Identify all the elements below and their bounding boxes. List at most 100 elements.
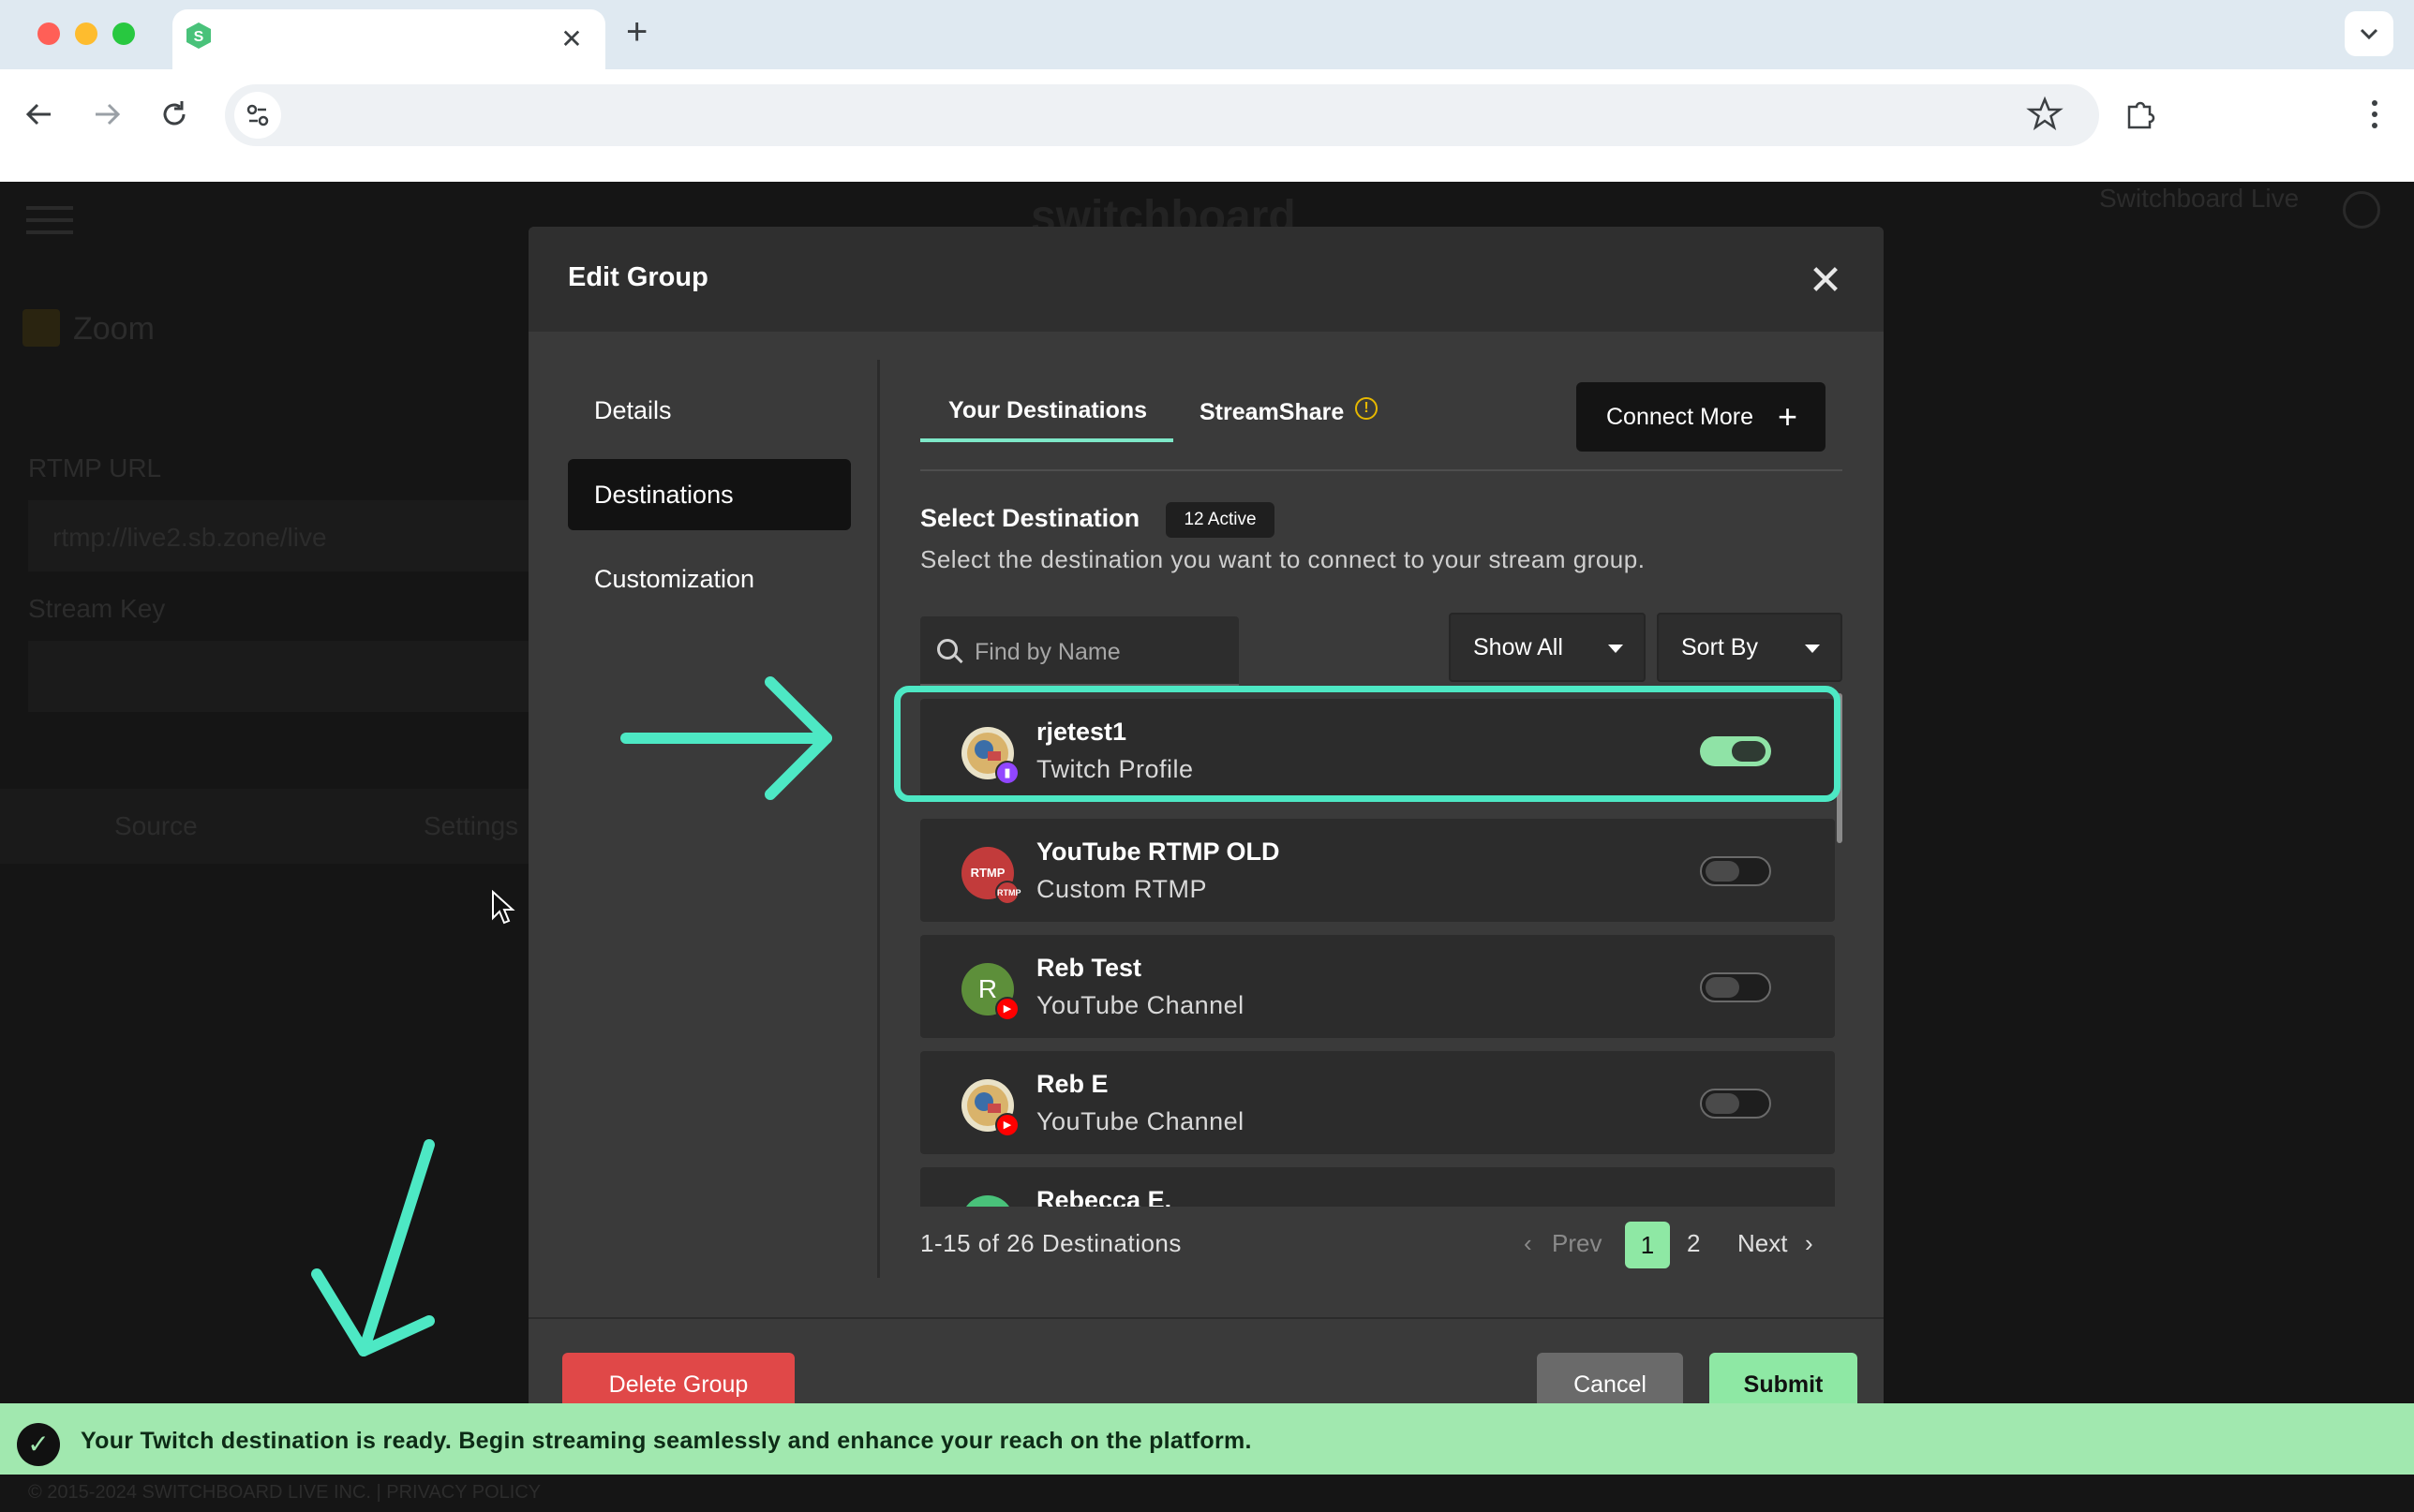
caret-down-icon <box>1805 645 1820 653</box>
window-zoom-control[interactable] <box>112 22 135 45</box>
next-page-button[interactable]: Next <box>1737 1229 1787 1258</box>
prev-page-button[interactable]: Prev <box>1552 1229 1602 1258</box>
forward-button[interactable] <box>86 94 127 140</box>
user-avatar-icon <box>2343 191 2380 229</box>
destination-row[interactable]: R ▶ Reb Test YouTube Channel <box>920 935 1835 1038</box>
browser-tab-active[interactable]: S ✕ <box>172 9 605 69</box>
switchboard-avatar-icon <box>961 1195 1014 1207</box>
destination-row[interactable]: Rebecca E. <box>920 1167 1835 1207</box>
stream-thumbnail <box>22 309 60 347</box>
background-footer: © 2015-2024 SWITCHBOARD LIVE INC. | PRIV… <box>28 1482 542 1503</box>
kebab-menu-icon <box>2372 100 2377 128</box>
tab-search-button[interactable] <box>2345 11 2393 56</box>
destination-toggle[interactable] <box>1700 972 1771 1002</box>
destination-type: YouTube Channel <box>1036 991 1244 1019</box>
background-tab-source: Source <box>114 811 198 840</box>
tab-streamshare[interactable]: StreamShare <box>1200 399 1344 426</box>
connect-more-button[interactable]: Connect More + <box>1576 382 1825 452</box>
modal-nav-divider <box>877 360 880 1278</box>
tab-close-icon[interactable]: ✕ <box>551 21 592 58</box>
stream-key-label: Stream Key <box>28 594 166 623</box>
pagination-summary: 1-15 of 26 Destinations <box>920 1229 1182 1257</box>
select-destination-title: Select Destination <box>920 504 1140 532</box>
page-1-button[interactable]: 1 <box>1625 1222 1670 1268</box>
modal-close-icon[interactable]: ✕ <box>1805 260 1846 302</box>
extensions-icon <box>2127 101 2155 129</box>
svg-text:S: S <box>194 29 204 45</box>
back-button[interactable] <box>19 94 60 140</box>
modal-nav-customization[interactable]: Customization <box>568 543 851 615</box>
delete-group-button[interactable]: Delete Group <box>562 1353 795 1409</box>
rtmp-url-label: RTMP URL <box>28 453 162 482</box>
youtube-icon: ▶ <box>995 1113 1020 1137</box>
extensions-button[interactable] <box>2120 94 2161 140</box>
rtmp-url-value: rtmp://live2.sb.zone/live <box>52 523 327 552</box>
sort-dropdown[interactable]: Sort By <box>1657 613 1842 682</box>
address-bar[interactable] <box>225 84 2099 146</box>
toggle-knob <box>1706 977 1739 998</box>
mouse-cursor-icon <box>491 889 515 930</box>
destination-toggle[interactable] <box>1700 1089 1771 1119</box>
reload-icon <box>163 101 186 126</box>
destination-type: Custom RTMP <box>1036 875 1208 903</box>
bookmark-button[interactable] <box>2024 94 2065 140</box>
stream-name: Zoom <box>73 311 155 347</box>
destination-row[interactable]: RTMP RTMP YouTube RTMP OLD Custom RTMP <box>920 819 1835 922</box>
submit-button[interactable]: Submit <box>1709 1353 1857 1409</box>
avatar-letter: R <box>977 974 998 1003</box>
bookmark-star-icon <box>2026 96 2064 131</box>
tabs-divider <box>920 469 1842 471</box>
background-tab-settings: Settings <box>424 811 519 840</box>
plus-icon: + <box>1777 397 1797 436</box>
new-tab-button[interactable]: + <box>626 11 648 53</box>
toggle-knob <box>1706 1093 1739 1114</box>
youtube-icon: ▶ <box>995 997 1020 1021</box>
rtmp-avatar-text: RTMP <box>970 866 1006 880</box>
modal-nav-destinations[interactable]: Destinations <box>568 459 851 530</box>
select-destination-description: Select the destination you want to conne… <box>920 545 1646 573</box>
filter-dropdown[interactable]: Show All <box>1449 613 1646 682</box>
highlight-box <box>894 686 1840 802</box>
page-2-button[interactable]: 2 <box>1687 1229 1700 1258</box>
toast-message: Your Twitch destination is ready. Begin … <box>81 1428 1252 1454</box>
switchboard-favicon-icon: S <box>184 21 214 51</box>
window-minimize-control[interactable] <box>75 22 97 45</box>
account-name: Switchboard Live <box>2099 184 2300 213</box>
rtmp-badge-icon: RTMP <box>995 881 1021 905</box>
site-settings-button[interactable] <box>234 92 281 139</box>
cancel-button[interactable]: Cancel <box>1537 1353 1683 1409</box>
destination-toggle[interactable] <box>1700 856 1771 886</box>
modal-footer-divider <box>529 1317 1884 1319</box>
active-count-badge: 12 Active <box>1166 502 1274 538</box>
tutorial-arrow-right-icon <box>618 673 843 808</box>
chevron-left-icon: ‹ <box>1524 1229 1532 1257</box>
forward-arrow-icon <box>96 103 121 126</box>
destination-type: YouTube Channel <box>1036 1107 1244 1135</box>
connect-more-label: Connect More <box>1606 404 1754 430</box>
active-tab-indicator <box>920 438 1173 442</box>
search-placeholder: Find by Name <box>975 639 1121 665</box>
toggle-knob <box>1706 861 1739 882</box>
streamshare-info-icon[interactable]: ! <box>1355 397 1378 420</box>
modal-header <box>529 227 1884 332</box>
letter-avatar: R ▶ <box>961 963 1020 1021</box>
destination-row[interactable]: ▶ Reb E YouTube Channel <box>920 1051 1835 1154</box>
destination-name: Reb E <box>1036 1070 1109 1098</box>
profile-avatar: ▶ <box>961 1079 1020 1137</box>
hamburger-menu-icon <box>26 204 73 241</box>
tab-your-destinations[interactable]: Your Destinations <box>948 397 1147 424</box>
reload-button[interactable] <box>154 94 195 140</box>
search-icon <box>937 639 958 660</box>
destination-name: Reb Test <box>1036 954 1142 982</box>
caret-down-icon <box>1608 645 1623 653</box>
modal-nav-details[interactable]: Details <box>568 375 851 446</box>
window-close-control[interactable] <box>37 22 60 45</box>
destination-name: YouTube RTMP OLD <box>1036 838 1280 866</box>
filter-dropdown-label: Show All <box>1473 634 1563 660</box>
check-circle-icon: ✓ <box>17 1423 60 1466</box>
tutorial-arrow-down-left-icon <box>298 1134 448 1372</box>
modal-title: Edit Group <box>568 262 708 292</box>
site-settings-icon <box>246 104 269 126</box>
rtmp-avatar-icon: RTMP RTMP <box>961 847 1021 905</box>
browser-menu-button[interactable] <box>2354 94 2395 140</box>
